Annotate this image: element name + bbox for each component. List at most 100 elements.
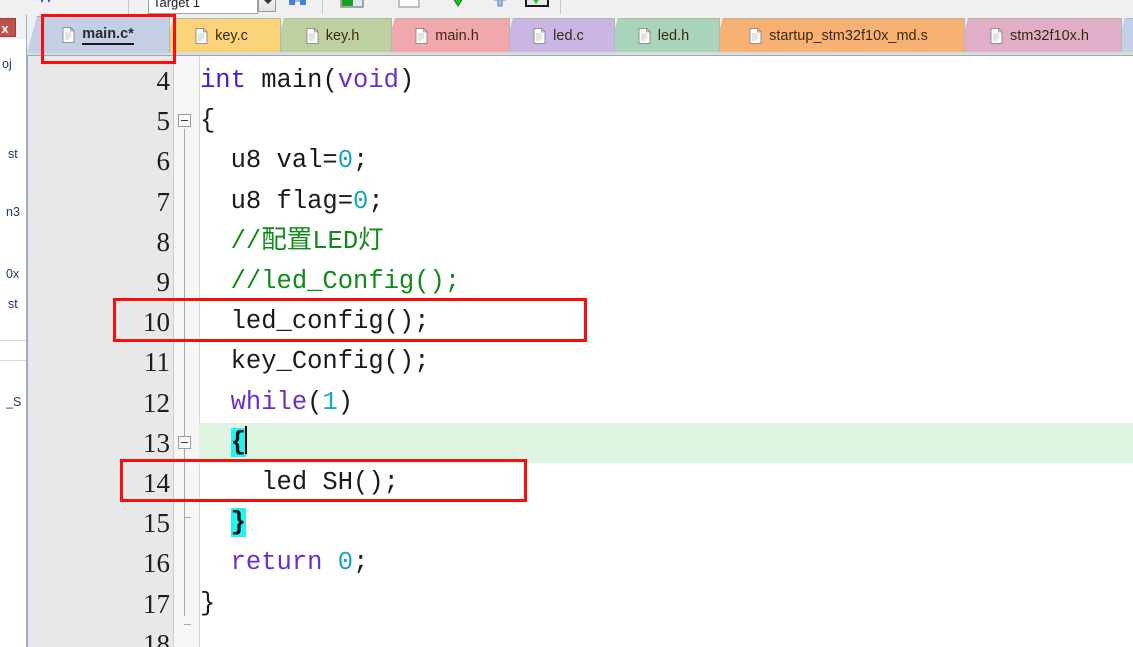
up-arrow-icon[interactable] (492, 0, 508, 8)
code-line-text[interactable]: u8 flag=0; (200, 182, 384, 222)
file-document-icon (533, 27, 546, 44)
code-line-row[interactable]: 17} (28, 584, 1133, 624)
code-token: int (200, 66, 262, 95)
editor-tab-label: main.c* (82, 26, 134, 45)
editor-tab-label: led.c (553, 27, 584, 44)
code-line-row[interactable]: 7 u8 flag=0; (28, 182, 1133, 222)
editor-tab-key-h[interactable]: key.h (274, 18, 392, 52)
code-token: led SH(); (200, 468, 399, 497)
editor-tab-bar: main.c* key.c key.h main.h led.c led.h startup… (27, 15, 1133, 55)
fold-toggle-icon[interactable] (178, 114, 191, 128)
code-line-text[interactable]: led SH(); (200, 463, 399, 503)
editor-tab-led-c[interactable]: led.c (503, 18, 615, 52)
code-line-text[interactable]: { (200, 423, 247, 463)
code-token: 0 (337, 146, 354, 176)
code-line-row[interactable]: 4 int main(void) (28, 61, 1133, 101)
project-tree-item[interactable]: oj (2, 57, 12, 71)
project-tree-item[interactable]: 0x (6, 267, 19, 281)
code-line-text[interactable]: key_Config(); (200, 342, 430, 382)
target-dropdown-icon[interactable] (258, 0, 276, 12)
current-line-highlight (199, 422, 1133, 463)
file-document-icon (62, 26, 75, 43)
editor-tab-label: stm32f10x.h (1010, 27, 1089, 44)
file-document-icon (415, 27, 428, 44)
code-token: ) (398, 66, 415, 95)
binoculars-icon[interactable] (288, 0, 308, 8)
code-line-row[interactable]: 13 { (28, 422, 1133, 463)
code-line-row[interactable]: 12 while(1) (28, 383, 1133, 423)
code-token: 1 (322, 387, 338, 417)
editor-tab-led-h[interactable]: led.h (608, 18, 720, 52)
line-number: 6 (156, 146, 171, 177)
code-line-text[interactable]: { (200, 101, 215, 141)
line-number: 12 (143, 387, 170, 418)
line-number: 8 (156, 226, 171, 257)
code-line-row[interactable]: 8 //配置LED灯 (28, 222, 1133, 262)
line-number: 16 (143, 548, 170, 579)
code-token: ; (353, 146, 369, 176)
code-line-text[interactable]: led_config(); (200, 302, 430, 342)
project-tree-item[interactable]: st (8, 147, 18, 161)
fold-guide-line (184, 129, 185, 616)
line-number: 11 (144, 347, 170, 378)
code-token: //配置LED灯 (200, 226, 384, 256)
code-token: //led_Config(); (200, 267, 461, 296)
target-selector[interactable]: Target 1 (148, 0, 258, 14)
editor-tab-main-h[interactable]: main.h (385, 18, 510, 52)
double-chevron-icon[interactable] (38, 0, 68, 10)
code-line-row[interactable]: 10 led_config(); (28, 302, 1133, 342)
book-icon[interactable] (340, 0, 364, 8)
code-token: 0 (337, 548, 354, 578)
project-tree-item[interactable]: st (8, 297, 18, 311)
code-token: ) (337, 387, 354, 417)
code-token: led_config(); (200, 307, 430, 337)
editor-tab-main-c[interactable]: main.c* (27, 16, 170, 53)
close-icon[interactable]: x (0, 18, 16, 37)
editor-tab-label: main.h (435, 27, 479, 44)
code-line-row[interactable]: 6 u8 val=0; (28, 141, 1133, 181)
editor-tab-stm32f10x-h[interactable]: stm32f10x.h (958, 18, 1122, 52)
file-document-icon (195, 27, 208, 44)
project-panel: x oj st n3 0x st _S (0, 15, 27, 647)
code-line-text[interactable]: u8 val=0; (200, 141, 369, 181)
monitor-icon[interactable] (524, 0, 550, 8)
code-line-text[interactable]: while(1) (200, 383, 353, 423)
project-tree[interactable]: oj st n3 0x st (0, 39, 26, 379)
project-panel-divider-2 (0, 360, 26, 361)
text-cursor (244, 425, 247, 454)
down-arrow-icon[interactable] (448, 0, 468, 8)
toolbar-separator-3 (560, 0, 561, 14)
code-token: } (200, 588, 216, 618)
code-line-row[interactable]: 15 } (28, 503, 1133, 543)
fold-toggle-icon-inner[interactable] (178, 435, 191, 449)
code-line-text[interactable]: //配置LED灯 (200, 222, 384, 262)
code-line-row[interactable]: 16 return 0; (28, 543, 1133, 583)
code-line-text[interactable]: } (200, 584, 215, 624)
keil-ide-window: Target 1 x oj st n3 0x st _S main.c* key… (0, 0, 1133, 647)
editor-tab-label: key.h (325, 27, 360, 44)
code-line-text[interactable]: } (200, 503, 246, 543)
editor-tab-key-c[interactable]: key.c (163, 18, 281, 52)
code-editor[interactable]: 4 int main(void) 5{6 u8 val=0; 7 u8 flag=0;… (27, 55, 1133, 647)
code-token: ( (322, 66, 338, 95)
line-number: 9 (156, 267, 171, 297)
code-line-row[interactable]: 5{ (28, 101, 1133, 141)
code-token: u8 flag= (200, 186, 354, 216)
code-token: return (230, 548, 323, 578)
project-tree-item[interactable]: _S (6, 395, 21, 409)
code-token: key_Config(); (200, 347, 430, 377)
code-line-text[interactable]: return 0; (200, 543, 369, 583)
code-line-text[interactable]: int main(void) (200, 61, 414, 101)
code-line-text[interactable]: //led_Config(); (200, 262, 461, 302)
file-document-icon (638, 27, 651, 44)
project-tree-item[interactable]: n3 (6, 205, 20, 219)
code-line-row[interactable]: 9 //led_Config(); (28, 262, 1133, 302)
code-line-row[interactable]: 14 led SH(); (28, 463, 1133, 503)
window-icon[interactable] (398, 0, 420, 8)
code-line-row[interactable]: 18 (28, 624, 1133, 647)
code-line-row[interactable]: 11 key_Config(); (28, 342, 1133, 382)
editor-tab-startup-stm32f10x-md-s[interactable]: startup_stm32f10x_md.s (713, 18, 965, 52)
